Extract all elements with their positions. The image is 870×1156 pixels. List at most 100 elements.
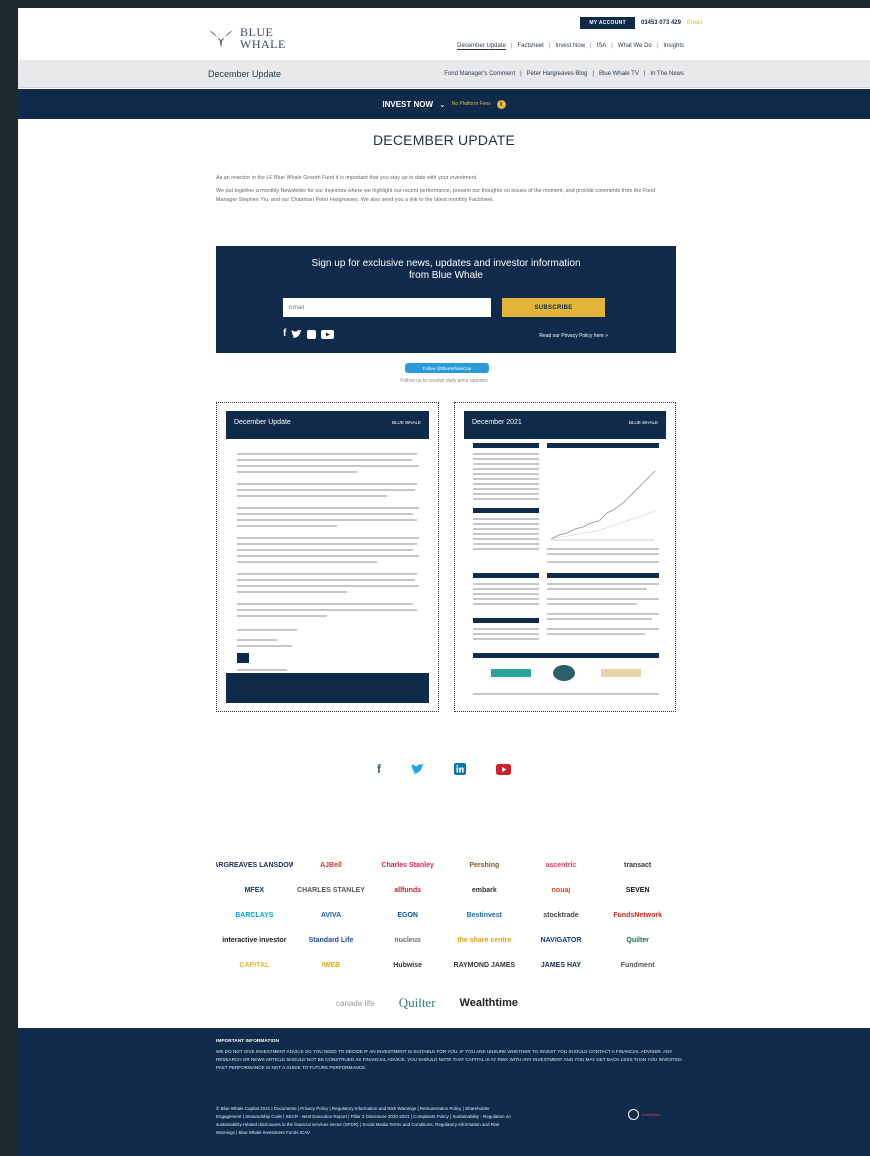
twitter-icon[interactable] <box>291 329 303 339</box>
partner-logo[interactable]: embark <box>446 880 523 901</box>
document-header: December Update BLUE WHALE <box>226 411 429 439</box>
partner-logo[interactable]: Standard Life <box>293 930 370 951</box>
nav-separator: | <box>548 43 551 49</box>
nav-separator: | <box>520 71 522 77</box>
membership-badge: A Member <box>628 1108 680 1120</box>
nav-separator: | <box>611 43 613 49</box>
nav-december-update[interactable]: December Update <box>457 43 506 50</box>
phone-number[interactable]: 03453 073 429 <box>641 20 681 26</box>
document-title: December 2021 <box>472 419 522 426</box>
partner-logo[interactable]: Fundment <box>599 955 676 976</box>
document-footer <box>226 673 429 703</box>
nav-insights[interactable]: Insights <box>663 43 684 50</box>
twitter-follow-button[interactable]: Follow @BlueWhaleCap <box>405 363 489 373</box>
partner-logo[interactable]: EGON <box>369 905 446 926</box>
page: BLUE WHALE MY ACCOUNT 03453 073 429 Emai… <box>18 8 870 1156</box>
signup-heading: Sign up for exclusive news, updates and … <box>216 258 676 282</box>
nav-separator: | <box>592 71 594 77</box>
partner-logo[interactable]: nucleus <box>369 930 446 951</box>
nav-invest-now[interactable]: Invest Now <box>555 43 585 50</box>
sub-nav-bar: December Update Fund Manager's Comment |… <box>18 60 870 88</box>
partner-logo[interactable]: nouaj <box>523 880 600 901</box>
youtube-icon[interactable] <box>496 763 511 775</box>
partner-logo[interactable]: SEVEN <box>599 880 676 901</box>
partner-logo[interactable]: JAMES HAY <box>523 955 600 976</box>
partner-logo[interactable]: HARGREAVES LANSDOWN <box>216 855 293 876</box>
facebook-icon[interactable]: f <box>283 329 286 339</box>
invest-now-label[interactable]: INVEST NOW <box>382 100 433 109</box>
partner-logo[interactable]: Quilter <box>399 995 436 1011</box>
badge-text: A Member <box>642 1111 661 1117</box>
subnav-blue-whale-tv[interactable]: Blue Whale TV <box>599 71 639 77</box>
partner-logo[interactable]: RAYMOND JAMES <box>446 955 523 976</box>
subscribe-button[interactable]: SUBSCRIBE <box>502 298 605 317</box>
signup-heading-line-2: from Blue Whale <box>409 270 483 281</box>
privacy-policy-link[interactable]: Read our Privacy Policy here » <box>539 333 608 339</box>
partner-logo[interactable]: the share centre <box>446 930 523 951</box>
partner-logo[interactable]: interactive investor <box>216 930 293 951</box>
legal-links: © Blue Whale Capital 2021 | Documents | … <box>216 1106 511 1135</box>
partner-logo[interactable]: NAVIGATOR <box>523 930 600 951</box>
partner-logo[interactable]: Wealthtime <box>460 997 518 1009</box>
site-footer: IMPORTANT INFORMATION We do not give inv… <box>18 1028 870 1156</box>
partner-logo[interactable]: AVIVA <box>293 905 370 926</box>
partner-logo[interactable]: canada life <box>336 999 375 1008</box>
subnav-in-the-news[interactable]: In The News <box>650 71 684 77</box>
signup-social-links: f <box>283 329 335 339</box>
footer-social-links: f <box>18 762 870 776</box>
partner-logo[interactable]: transact <box>599 855 676 876</box>
nav-what-we-do[interactable]: What We Do <box>618 43 652 50</box>
page-title: DECEMBER UPDATE <box>373 132 515 148</box>
blue-whale-logo[interactable]: BLUE WHALE <box>208 26 286 50</box>
partner-logo[interactable]: CHARLES STANLEY <box>293 880 370 901</box>
chevron-down-icon[interactable]: ⌄ <box>439 100 446 109</box>
subnav-peter-hargreaves-blog[interactable]: Peter Hargreaves Blog <box>527 71 588 77</box>
document-title: December Update <box>234 419 291 426</box>
partner-logo[interactable]: iWEB <box>293 955 370 976</box>
partner-logo[interactable]: Charles Stanley <box>369 855 446 876</box>
email-link[interactable]: Email <box>687 20 702 26</box>
partner-logo[interactable]: FundsNetwork <box>599 905 676 926</box>
december-update-document[interactable]: December Update BLUE WHALE <box>216 402 439 712</box>
partner-logo[interactable]: BARCLAYS <box>216 905 293 926</box>
nav-factsheet[interactable]: Factsheet <box>517 43 543 50</box>
newsletter-signup: Sign up for exclusive news, updates and … <box>216 246 676 353</box>
no-platform-fees: No Platform Fees <box>451 101 491 107</box>
partner-logo[interactable]: Bestinvest <box>446 905 523 926</box>
platform-partners-last-row: canada life Quilter Wealthtime <box>336 995 518 1011</box>
twitter-follow-subtext: Follow us to receive daily price updates <box>400 378 488 384</box>
document-logo: BLUE WHALE <box>391 420 421 425</box>
linkedin-icon[interactable] <box>307 329 317 339</box>
whale-tail-icon <box>209 30 233 48</box>
youtube-icon[interactable] <box>321 329 335 339</box>
partner-logo[interactable]: Quilter <box>599 930 676 951</box>
partner-logo[interactable]: CAPITAL <box>216 955 293 976</box>
info-icon[interactable]: i <box>496 99 506 109</box>
nav-separator: | <box>590 43 592 49</box>
nav-separator: | <box>510 43 513 49</box>
invest-now-bar[interactable]: INVEST NOW ⌄ No Platform Fees i <box>18 89 870 119</box>
partner-logo[interactable]: ascentric <box>523 855 600 876</box>
twitter-icon[interactable] <box>411 763 424 775</box>
nav-isa[interactable]: ISA <box>597 43 607 50</box>
partner-logo[interactable]: AJBell <box>293 855 370 876</box>
intro-text: As an investor in the LF Blue Whale Grow… <box>216 174 676 209</box>
subnav-fund-managers-comment[interactable]: Fund Manager's Comment <box>444 71 515 77</box>
brand-line-2: WHALE <box>240 37 286 51</box>
facebook-icon[interactable]: f <box>377 762 381 776</box>
email-input[interactable] <box>283 298 491 317</box>
partner-logo[interactable]: stocktrade <box>523 905 600 926</box>
factsheet-document[interactable]: December 2021 BLUE WHALE <box>454 402 676 712</box>
badge-circle-icon <box>628 1108 639 1120</box>
partner-logo[interactable]: allfunds <box>369 880 446 901</box>
document-header: December 2021 BLUE WHALE <box>464 411 666 439</box>
sub-nav: Fund Manager's Comment | Peter Hargreave… <box>444 71 684 77</box>
partner-logo[interactable]: MFEX <box>216 880 293 901</box>
linkedin-icon[interactable] <box>454 763 466 775</box>
partner-logo[interactable]: Pershing <box>446 855 523 876</box>
partner-logo[interactable]: Hubwise <box>369 955 446 976</box>
important-information-heading: IMPORTANT INFORMATION <box>216 1039 279 1044</box>
intro-paragraph-2: We put together a monthly Newsletter for… <box>216 188 656 203</box>
my-account-button[interactable]: MY ACCOUNT <box>580 17 635 29</box>
sub-nav-title: December Update <box>208 69 282 79</box>
